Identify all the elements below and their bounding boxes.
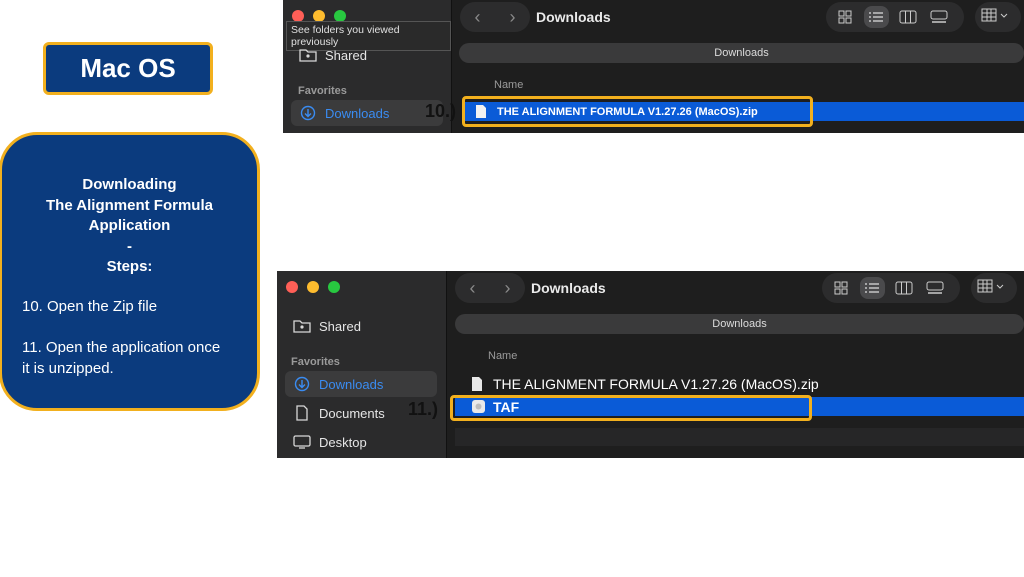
sidebar-section-favorites: Favorites [298,85,347,97]
sidebar-item-label: Documents [319,405,385,421]
back-forward-nav: ‹ › [460,2,530,32]
view-mode-group [822,273,960,303]
back-forward-nav: ‹ › [455,273,525,303]
os-title-box: Mac OS [43,42,213,95]
chevron-right-icon[interactable]: › [510,7,516,28]
list-view-icon[interactable] [863,6,889,28]
step-11-label: 11.) [408,399,439,419]
sidebar-item-label: Shared [319,318,361,334]
heading-line: The Alignment Formula [46,196,213,214]
sidebar-item-downloads[interactable]: Downloads [291,100,443,126]
zoom-icon[interactable] [328,281,340,293]
sidebar-item-shared[interactable]: Shared [285,313,437,339]
step-10-highlight [462,96,813,127]
zip-file-icon [471,376,485,392]
folder-shared-icon [299,48,317,62]
gallery-view-icon[interactable] [923,277,949,299]
chevron-left-icon[interactable]: ‹ [470,278,476,299]
folder-shared-icon [293,319,311,333]
sidebar-item-label: Desktop [319,434,367,450]
window-title: Downloads [531,280,606,296]
heading-line: Application [88,217,171,234]
file-row[interactable]: THE ALIGNMENT FORMULA V1.27.26 (MacOS).z… [455,374,1024,393]
close-icon[interactable] [286,281,298,293]
column-header-name[interactable]: Name [494,79,523,91]
column-header-name[interactable]: Name [488,350,517,362]
sidebar-item-desktop[interactable]: Desktop [285,429,437,455]
finder-window-1: See folders you viewed previously Shared… [283,0,1024,133]
step-10-label: 10.) [425,101,457,121]
finder-sidebar: Shared Favorites Downloads Documents Des… [277,271,447,458]
grid-view-icon[interactable] [832,6,858,28]
step-10: 10. Open the Zip file [22,298,158,315]
list-view-icon[interactable] [859,277,885,299]
chevron-right-icon[interactable]: › [505,278,511,299]
sidebar-item-shared[interactable]: Shared [291,42,443,68]
path-bar[interactable]: Downloads [455,314,1024,334]
steps-panel: Downloading The Alignment Formula Applic… [0,132,260,411]
heading-line: Downloading [82,176,177,193]
group-icon [981,8,1009,27]
file-name: THE ALIGNMENT FORMULA V1.27.26 (MacOS).z… [493,375,819,392]
sidebar-item-label: Shared [325,47,367,63]
gallery-view-icon[interactable] [927,6,953,28]
desktop-icon [293,435,311,449]
minimize-icon[interactable] [307,281,319,293]
group-icon [977,279,1005,298]
download-circle-icon [293,376,311,392]
sidebar-item-label: Downloads [325,105,390,121]
group-menu[interactable] [975,2,1021,32]
empty-row [455,428,1024,446]
download-circle-icon [299,105,317,121]
heading-line: Steps: [106,258,153,275]
view-mode-group [826,2,964,32]
path-bar[interactable]: Downloads [459,43,1024,63]
sidebar-item-label: Downloads [319,376,384,392]
group-menu[interactable] [971,273,1017,303]
document-icon [293,405,311,421]
sidebar-section-favorites: Favorites [291,356,340,368]
os-title: Mac OS [80,53,176,83]
window-title: Downloads [536,9,611,25]
step-11-highlight [450,395,812,421]
finder-window-2: Shared Favorites Downloads Documents Des… [277,271,1024,458]
sidebar-item-downloads[interactable]: Downloads [285,371,437,397]
grid-view-icon[interactable] [828,277,854,299]
steps-heading: Downloading The Alignment Formula Applic… [2,175,257,278]
column-view-icon[interactable] [895,6,921,28]
column-view-icon[interactable] [891,277,917,299]
chevron-left-icon[interactable]: ‹ [475,7,481,28]
heading-line: - [127,237,132,255]
step-11: 11. Open the application once it is unzi… [22,339,221,377]
